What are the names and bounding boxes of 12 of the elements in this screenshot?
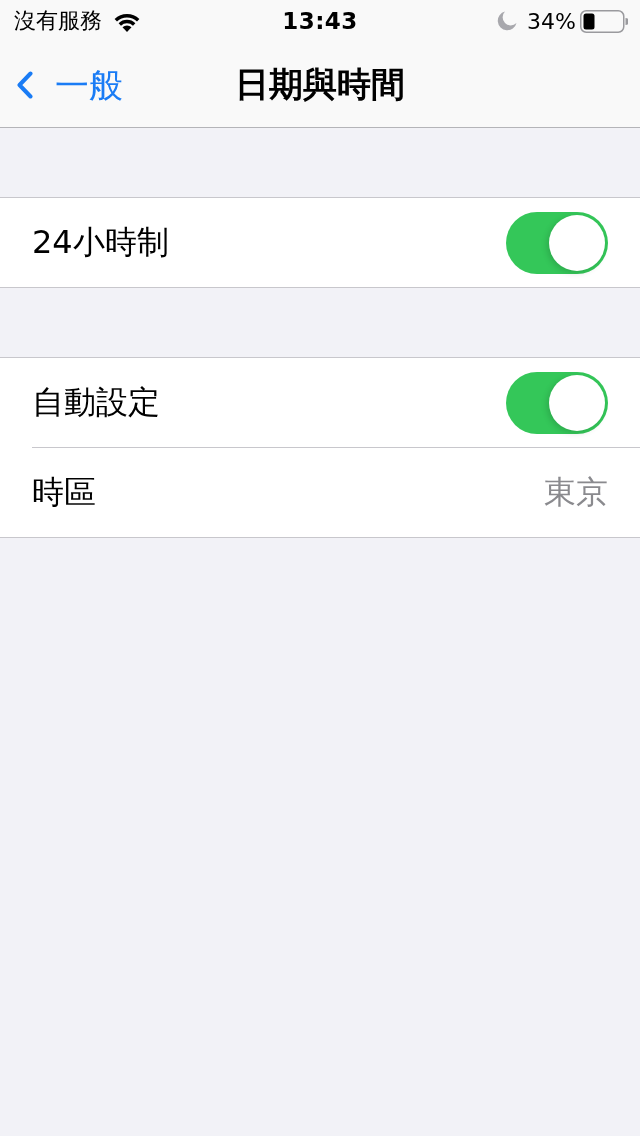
chevron-left-icon	[17, 70, 33, 99]
carrier-text: 沒有服務	[14, 7, 102, 35]
setting-label: 自動設定	[32, 381, 160, 423]
battery-icon	[580, 9, 628, 33]
page-title: 日期與時間	[235, 62, 405, 106]
battery-percent: 34%	[527, 8, 576, 34]
clock-time: 13:43	[282, 8, 358, 34]
setting-label: 時區	[32, 471, 96, 513]
setting-label: 24小時制	[32, 221, 169, 263]
back-button[interactable]: 一般	[17, 67, 123, 102]
setting-value: 東京	[544, 471, 608, 513]
moon-icon	[497, 11, 518, 31]
